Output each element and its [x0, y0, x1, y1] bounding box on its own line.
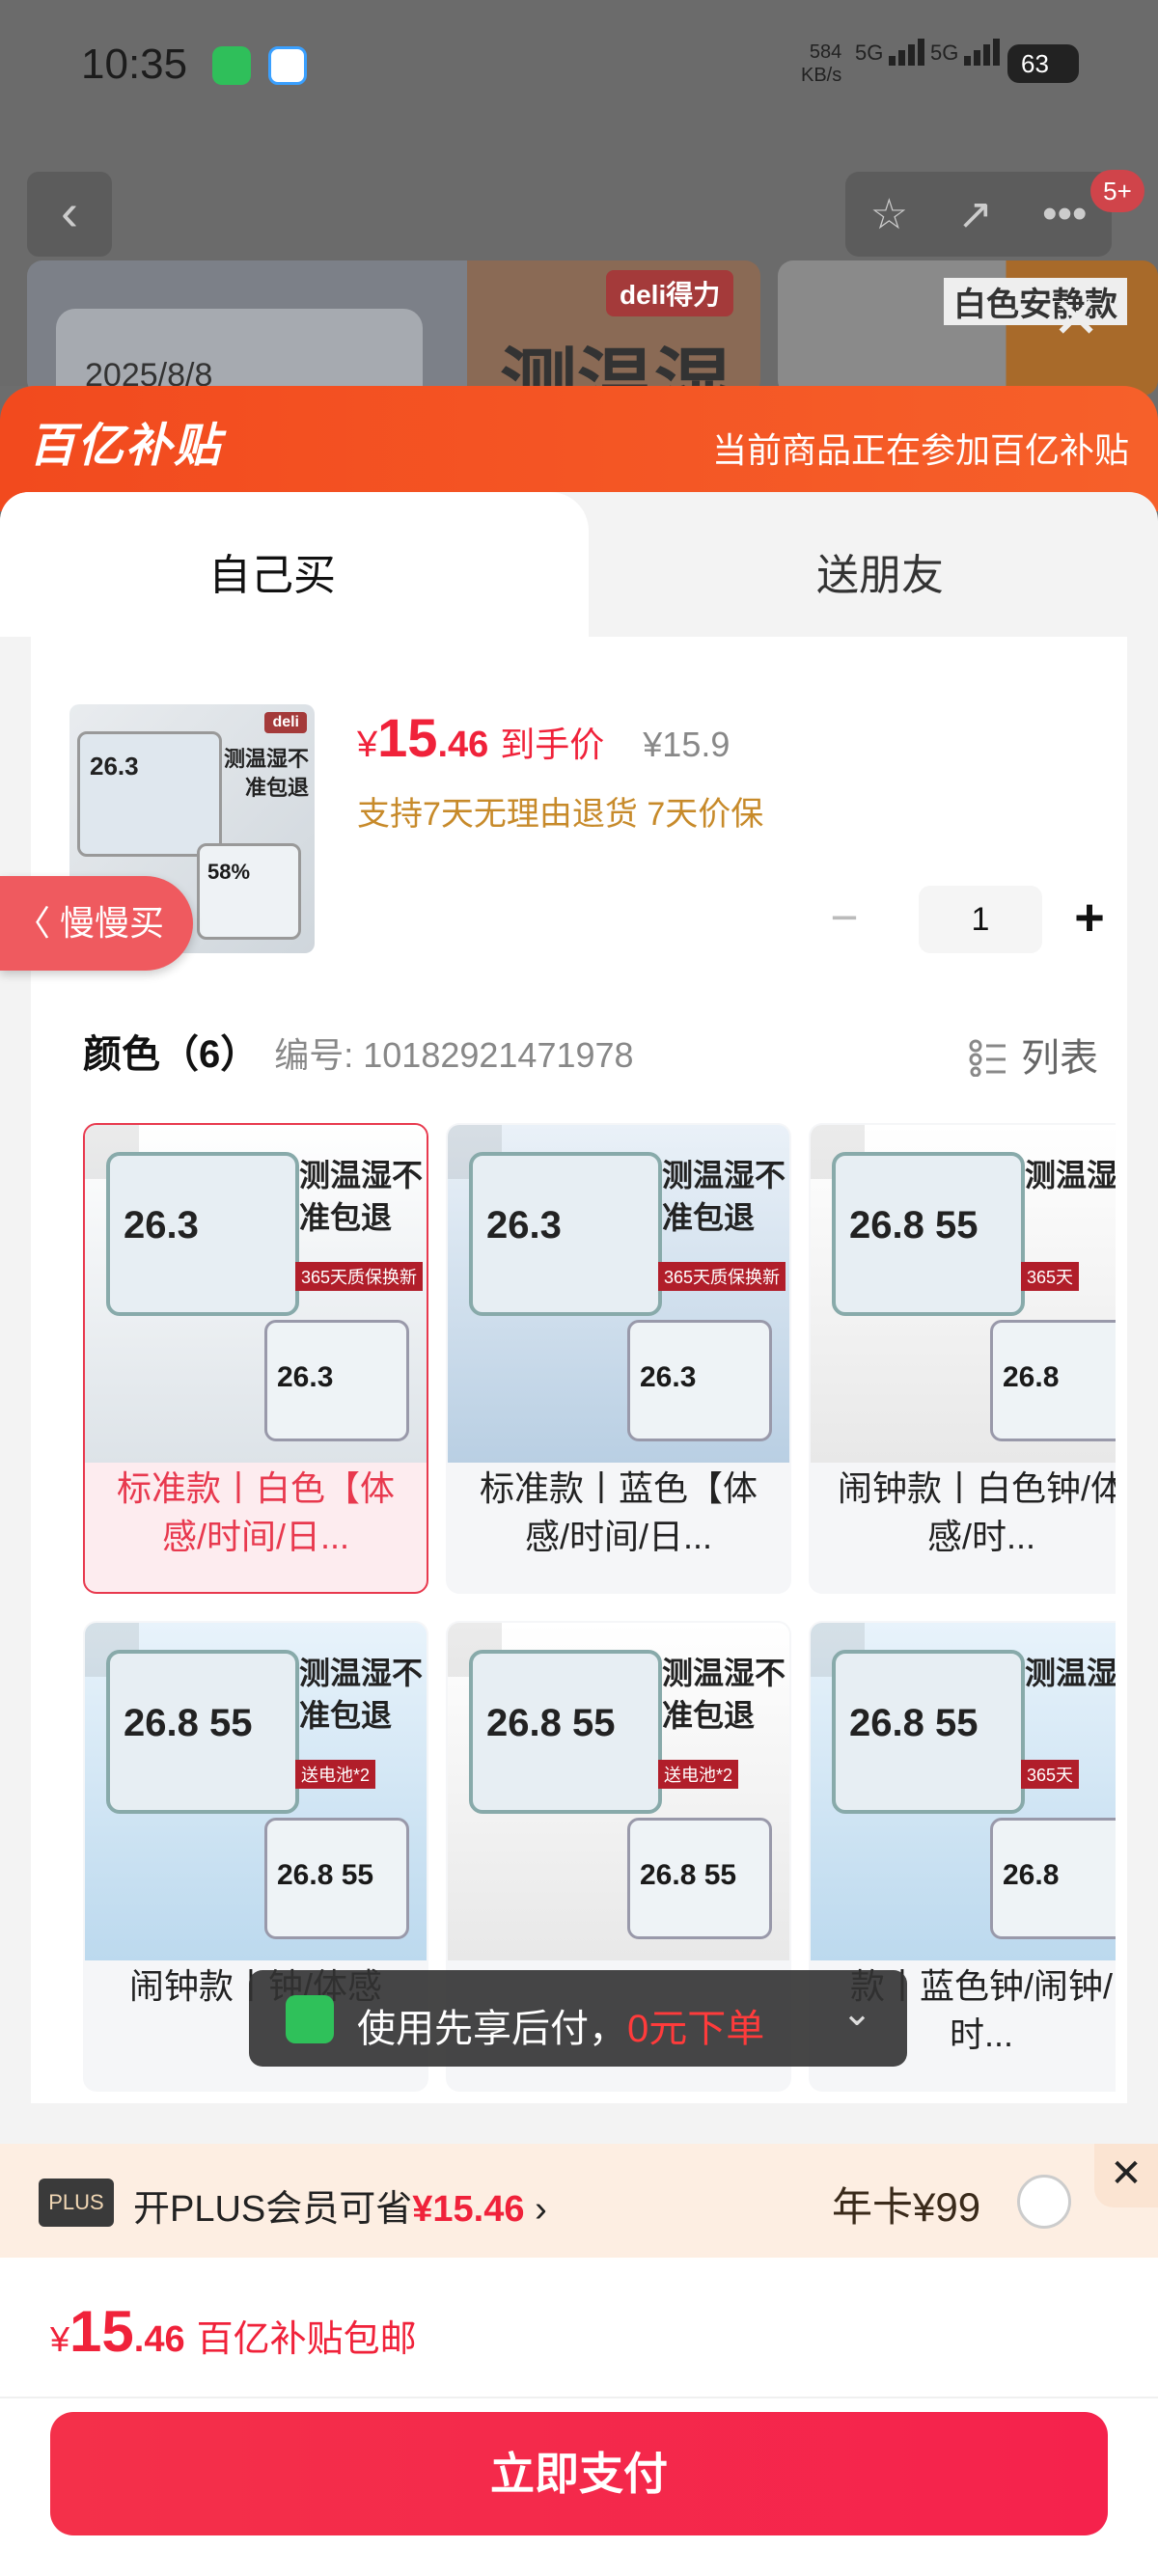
variant-image: 26.3 测温湿不准包退 365天质保换新 26.3	[85, 1125, 427, 1463]
brand-chip: deli得力	[606, 270, 734, 316]
price-integer: 15	[377, 707, 438, 768]
price-label: 到手价	[500, 725, 605, 764]
variant-label: 标准款丨白色【体感/时间/日...	[116, 1468, 395, 1556]
tab-label: 自己买	[208, 552, 336, 599]
signal-icon: 5G	[855, 39, 927, 66]
qq-icon	[268, 46, 307, 85]
chevron-down-icon[interactable]: ⌄	[841, 1991, 872, 2035]
price-row: ¥15.46 到手价 ¥15.9	[357, 706, 730, 769]
network-speed: 584 KB/s	[801, 41, 842, 86]
return-policy: 支持7天无理由退货 7天价保	[357, 796, 764, 833]
variant-image: 26.8 55 测温湿 365天 26.8	[811, 1623, 1116, 1960]
chevron-right-icon: ›	[535, 2189, 547, 2230]
signal-icon: 5G	[930, 39, 1003, 66]
divider	[0, 2397, 1158, 2398]
plus-badge: PLUS	[39, 2179, 114, 2227]
toast-text: 使用先享后付，0元下单	[357, 2008, 765, 2050]
increase-button[interactable]: +	[1056, 886, 1123, 953]
checkout-bar: ¥15.46 百亿补贴包邮 立即支付	[0, 2258, 1158, 2576]
subsidy-logo: 百亿补贴	[29, 421, 223, 472]
share-icon[interactable]: ↗	[957, 190, 993, 239]
quantity-input[interactable]: 1	[919, 886, 1042, 953]
star-icon[interactable]: ☆	[870, 190, 908, 239]
lcd-humidity: 58%	[197, 843, 301, 940]
list-icon	[969, 1039, 1006, 1077]
pay-later-toast[interactable]: 使用先享后付，0元下单 ⌄	[249, 1970, 907, 2067]
variant-label: 闹钟款丨白色钟/体感/时...	[837, 1468, 1116, 1556]
pay-now-button[interactable]: 立即支付	[50, 2412, 1108, 2535]
headline: 测温湿	[500, 342, 731, 396]
variant-image: 26.3 测温湿不准包退 365天质保换新 26.3	[448, 1125, 789, 1463]
battery-icon: 63	[1007, 44, 1079, 83]
quantity-stepper: − 1 +	[811, 886, 1123, 953]
back-button[interactable]: ‹	[27, 172, 112, 257]
variant-card[interactable]: 26.3 测温湿不准包退 365天质保换新 26.3 标准款丨蓝色【体感/时间/…	[446, 1123, 791, 1594]
status-bar: 10:35 584 KB/s 5G 5G 63	[0, 0, 1158, 135]
toast-highlight: 0元下单	[627, 2008, 765, 2050]
tab-gift[interactable]: 送朋友	[816, 540, 944, 602]
plus-radio[interactable]	[1017, 2175, 1071, 2229]
variant-image: 26.8 55 测温湿 365天 26.8	[811, 1125, 1116, 1463]
plus-offer[interactable]: 开PLUS会员可省¥15.46 ›	[133, 2179, 547, 2232]
shipping-label: 百亿补贴包邮	[196, 2319, 417, 2360]
product-panel: deli 26.3 测温湿不准包退 58% ¥15.46 到手价 ¥15.9 支持7…	[31, 637, 1127, 2103]
subsidy-note: 当前商品正在参加百亿补贴	[711, 430, 1129, 470]
price-decimal: .46	[437, 725, 489, 765]
more-icon[interactable]: •••	[1042, 190, 1087, 238]
close-icon[interactable]: ✕	[1052, 289, 1100, 347]
shopping-bag-icon	[286, 1995, 334, 2043]
currency: ¥	[357, 725, 378, 765]
clock: 10:35	[81, 41, 188, 88]
product-headline: 测温湿不准包退	[223, 747, 309, 800]
annual-card-price: 年卡¥99	[832, 2184, 981, 2230]
header-actions: ☆ ↗ •••	[845, 172, 1112, 257]
plus-membership-bar: PLUS 开PLUS会员可省¥15.46 › 年卡¥99 ✕	[0, 2144, 1158, 2258]
message-badge: 5+	[1090, 170, 1144, 212]
total-price: ¥15.46 百亿补贴包邮	[50, 2299, 417, 2364]
color-section-title: 颜色（6） 编号: 10182921471978	[83, 1033, 634, 1076]
variant-card[interactable]: 26.3 测温湿不准包退 365天质保换新 26.3 标准款丨白色【体感/时间/…	[83, 1123, 428, 1594]
variant-image: 26.8 55 测温湿不准包退 送电池*2 26.8 55	[85, 1623, 427, 1960]
slow-buy-tab[interactable]: 〈 慢慢买	[0, 876, 193, 971]
variant-grid: 26.3 测温湿不准包退 365天质保换新 26.3 标准款丨白色【体感/时间/…	[83, 1123, 1116, 2107]
close-icon[interactable]: ✕	[1094, 2144, 1158, 2207]
background-product-image: 白色安静款	[778, 260, 1158, 396]
variant-label: 标准款丨蓝色【体感/时间/日...	[479, 1468, 758, 1556]
background-product-image: 2025/8/8 deli得力 测温湿	[27, 260, 760, 396]
variant-card[interactable]: 26.8 55 测温湿 365天 26.8 闹钟款丨白色钟/体感/时...	[809, 1123, 1116, 1594]
tab-self-buy[interactable]: 自己买	[0, 492, 589, 637]
original-price: ¥15.9	[643, 725, 731, 764]
lcd-reading: 26.3	[77, 731, 222, 857]
decrease-button[interactable]: −	[811, 886, 878, 953]
wechat-icon	[212, 46, 251, 85]
brand-chip: deli	[264, 712, 307, 733]
plus-savings: ¥15.46	[412, 2189, 525, 2230]
product-code: 编号: 10182921471978	[274, 1035, 634, 1075]
list-view-button[interactable]: 列表	[969, 1027, 1098, 1082]
lcd-date: 2025/8/8	[56, 309, 423, 396]
variant-image: 26.8 55 测温湿不准包退 送电池*2 26.8 55	[448, 1623, 789, 1960]
